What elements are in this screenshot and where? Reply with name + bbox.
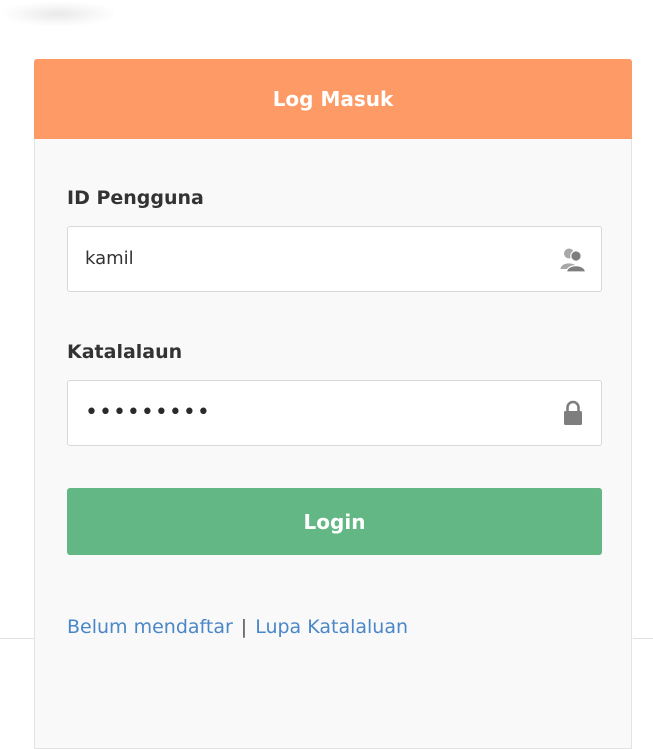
password-input[interactable]: ••••••••• xyxy=(67,380,602,446)
panel-title: Log Masuk xyxy=(272,87,394,111)
login-button[interactable]: Login xyxy=(67,488,602,555)
register-link[interactable]: Belum mendaftar xyxy=(67,616,233,638)
auth-links: Belum mendaftar | Lupa Katalaluan xyxy=(67,616,408,638)
link-separator: | xyxy=(240,616,248,638)
panel-heading: Log Masuk xyxy=(34,59,632,139)
login-button-label: Login xyxy=(303,509,366,534)
username-input[interactable]: kamil xyxy=(67,226,602,292)
top-blur-decoration xyxy=(4,2,114,26)
lock-icon xyxy=(564,400,582,425)
users-icon xyxy=(560,248,587,273)
password-value: ••••••••• xyxy=(85,400,211,425)
password-label: Katalalaun xyxy=(67,341,183,363)
username-value: kamil xyxy=(85,248,134,269)
forgot-password-link[interactable]: Lupa Katalaluan xyxy=(255,616,408,638)
username-label: ID Pengguna xyxy=(67,187,204,209)
login-panel: Log Masuk ID Pengguna kamil Katalalaun •… xyxy=(34,59,632,749)
background-divider-left xyxy=(0,638,35,639)
background-divider-right xyxy=(633,638,653,639)
